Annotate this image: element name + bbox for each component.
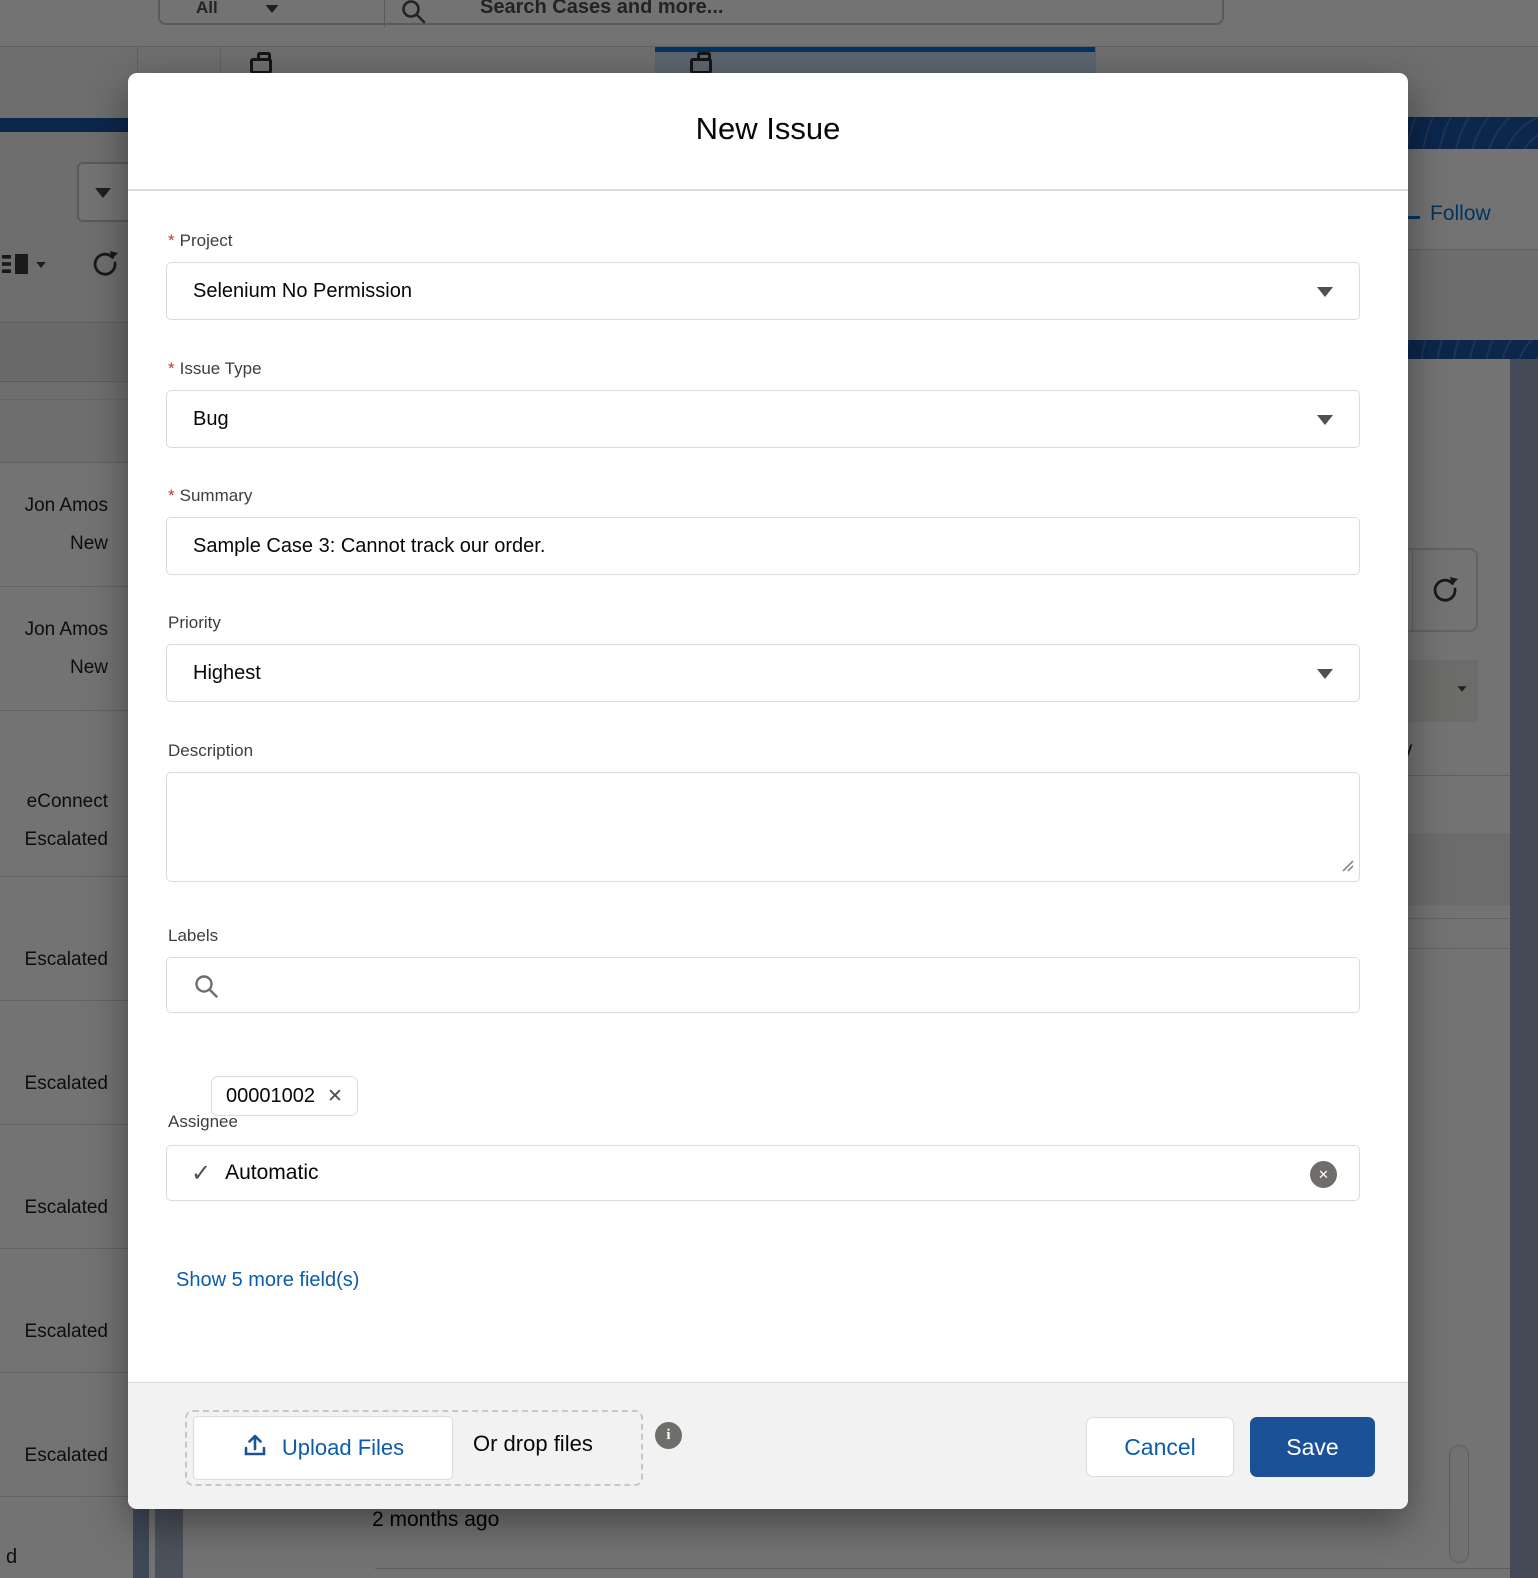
description-label: Description <box>168 741 1360 761</box>
project-select[interactable]: Selenium No Permission <box>166 262 1360 320</box>
description-field-group: Description <box>166 741 1360 887</box>
chevron-down-icon <box>1317 287 1333 297</box>
priority-field-group: Priority Highest <box>166 613 1360 702</box>
assignee-select[interactable]: ✓ Automatic ✕ <box>166 1145 1360 1201</box>
assignee-field-group: Assignee ✓ Automatic ✕ <box>166 1112 1360 1201</box>
modal-title: New Issue <box>128 111 1408 147</box>
upload-files-label: Upload Files <box>282 1435 404 1461</box>
clear-assignee-icon[interactable]: ✕ <box>1310 1161 1337 1188</box>
label-tag-text: 00001002 <box>226 1085 315 1108</box>
project-field-group: *Project Selenium No Permission <box>166 231 1360 320</box>
required-marker: * <box>168 359 175 378</box>
issue-type-value: Bug <box>193 408 229 431</box>
issue-type-label: *Issue Type <box>168 359 1360 379</box>
modal-footer: Upload Files Or drop files i Cancel Save <box>128 1382 1408 1509</box>
description-textarea[interactable] <box>166 772 1360 882</box>
project-value: Selenium No Permission <box>193 280 412 303</box>
labels-search-input[interactable] <box>167 958 1359 1012</box>
label-tag-pill[interactable]: 00001002 ✕ <box>211 1076 358 1116</box>
summary-field-group: *Summary <box>166 486 1360 575</box>
labels-search-box <box>166 957 1360 1013</box>
priority-value: Highest <box>193 662 261 685</box>
labels-field-group: Labels 00001002 ✕ <box>166 926 1360 1013</box>
or-drop-files-text: Or drop files <box>473 1431 593 1457</box>
required-marker: * <box>168 231 175 250</box>
info-icon[interactable]: i <box>655 1422 682 1449</box>
remove-tag-icon[interactable]: ✕ <box>327 1085 343 1108</box>
required-marker: * <box>168 486 175 505</box>
issue-type-select[interactable]: Bug <box>166 390 1360 448</box>
chevron-down-icon <box>1317 669 1333 679</box>
screen: All Search Cases and more... <box>0 0 1538 1578</box>
summary-input[interactable] <box>166 517 1360 575</box>
save-button[interactable]: Save <box>1250 1417 1375 1477</box>
labels-label: Labels <box>168 926 1360 946</box>
issue-type-field-group: *Issue Type Bug <box>166 359 1360 448</box>
project-label: *Project <box>168 231 1360 251</box>
check-icon: ✓ <box>191 1159 211 1188</box>
cancel-button[interactable]: Cancel <box>1086 1417 1234 1477</box>
divider <box>128 189 1408 191</box>
priority-select[interactable]: Highest <box>166 644 1360 702</box>
assignee-value: Automatic <box>225 1161 318 1185</box>
chevron-down-icon <box>1317 415 1333 425</box>
upload-files-button[interactable]: Upload Files <box>193 1416 453 1480</box>
priority-label: Priority <box>168 613 1360 633</box>
new-issue-modal: New Issue *Project Selenium No Permissio… <box>128 73 1408 1509</box>
show-more-fields-link[interactable]: Show 5 more field(s) <box>176 1269 359 1292</box>
summary-label: *Summary <box>168 486 1360 506</box>
assignee-label: Assignee <box>168 1112 1360 1132</box>
upload-icon <box>242 1432 268 1464</box>
